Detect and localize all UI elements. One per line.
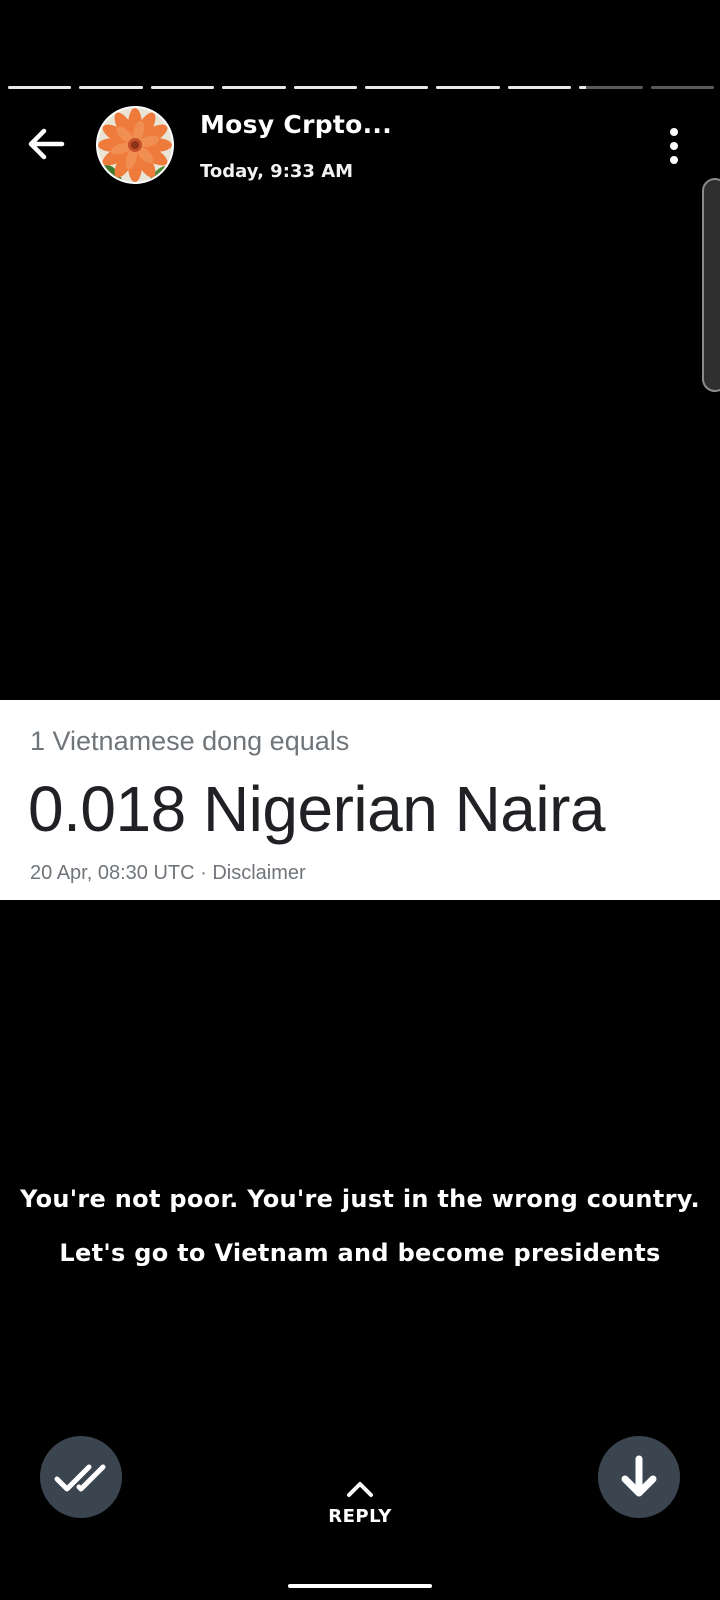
progress-segment — [8, 86, 72, 89]
more-vertical-icon-dot — [670, 156, 678, 164]
progress-segment — [365, 86, 429, 89]
progress-segment-fill — [222, 86, 286, 89]
progress-segment-fill — [436, 86, 500, 89]
home-indicator[interactable] — [288, 1584, 432, 1588]
progress-segment-fill — [8, 86, 72, 89]
seen-by-button[interactable] — [40, 1436, 122, 1518]
avatar[interactable] — [96, 106, 174, 184]
currency-result-card: 1 Vietnamese dong equals 0.018 Nigerian … — [0, 700, 720, 900]
progress-segment-fill — [579, 86, 586, 89]
caption-line-2: Let's go to Vietnam and become president… — [59, 1239, 661, 1267]
caption-line-1: You're not poor. You're just in the wron… — [20, 1185, 700, 1213]
arrow-left-icon — [28, 128, 65, 160]
more-options-button[interactable] — [662, 124, 686, 168]
download-button[interactable] — [598, 1436, 680, 1518]
progress-segment — [507, 86, 572, 89]
progress-segment — [579, 86, 643, 89]
reply-button[interactable]: REPLY — [310, 1480, 410, 1527]
conversion-result: 0.018 Nigerian Naira — [28, 773, 606, 845]
progress-segment — [436, 86, 500, 89]
contact-name[interactable]: Mosy Crpto... — [200, 110, 392, 139]
progress-segment — [79, 86, 143, 89]
reply-label: REPLY — [328, 1506, 392, 1527]
status-progress-bar — [8, 86, 715, 90]
status-viewer: Mosy Crpto... Today, 9:33 AM 1 Vietnames… — [0, 0, 720, 1600]
conversion-footer: 20 Apr, 08:30 UTC · Disclaimer — [30, 862, 306, 884]
progress-segment — [150, 86, 215, 89]
orange-flower-avatar — [98, 108, 172, 182]
back-button[interactable] — [22, 120, 70, 168]
progress-segment-fill — [150, 86, 215, 89]
status-timestamp: Today, 9:33 AM — [200, 161, 354, 182]
progress-segment-fill — [79, 86, 143, 89]
arrow-down-icon — [621, 1455, 657, 1497]
more-vertical-icon — [670, 128, 678, 136]
progress-segment-fill — [293, 86, 358, 89]
progress-segment-fill — [365, 86, 429, 89]
progress-segment — [650, 86, 715, 89]
conversion-subtitle: 1 Vietnamese dong equals — [30, 726, 350, 756]
progress-segment — [222, 86, 286, 89]
progress-segment — [293, 86, 358, 89]
double-check-icon — [54, 1464, 106, 1492]
progress-segment-fill — [507, 86, 572, 89]
more-vertical-icon-dot — [670, 142, 678, 150]
status-caption: You're not poor. You're just in the wron… — [0, 1172, 720, 1280]
edge-panel-handle[interactable] — [702, 178, 720, 392]
chevron-up-icon — [347, 1482, 373, 1497]
